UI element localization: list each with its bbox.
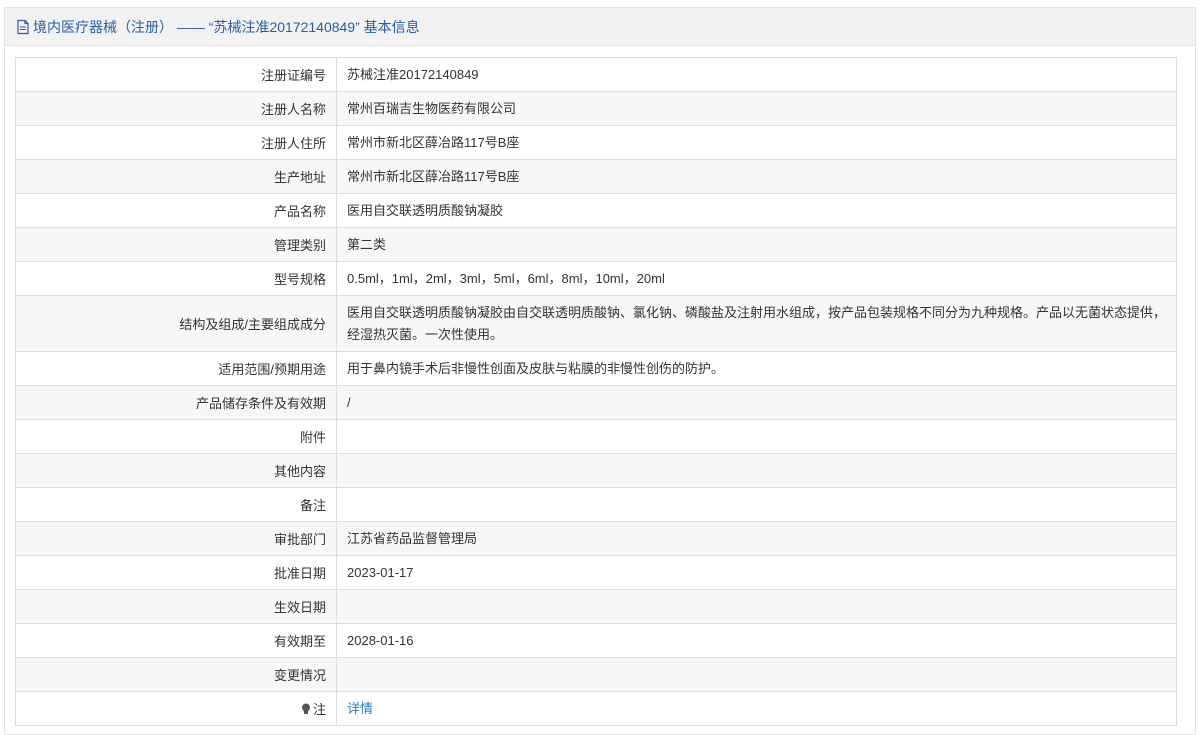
row-label: 变更情况 [15,657,337,692]
row-value [336,487,1177,522]
table-row: 注册人名称 常州百瑞吉生物医药有限公司 [15,91,1177,126]
info-table-wrapper: 注册证编号 苏械注准20172140849 注册人名称 常州百瑞吉生物医药有限公… [15,57,1177,726]
table-row: 注册证编号 苏械注准20172140849 [15,57,1177,92]
row-label: 生效日期 [15,589,337,624]
row-value: 医用自交联透明质酸钠凝胶由自交联透明质酸钠、氯化钠、磷酸盐及注射用水组成，按产品… [336,295,1177,352]
table-row: 有效期至 2028-01-16 [15,623,1177,658]
row-value: 2028-01-16 [336,623,1177,658]
panel-header: 境内医疗器械（注册） —— “苏械注准20172140849” 基本信息 [5,8,1195,46]
row-label: 有效期至 [15,623,337,658]
table-row: 产品储存条件及有效期 / [15,385,1177,420]
row-label: 其他内容 [15,453,337,488]
row-label: 注册证编号 [15,57,337,92]
table-row: 其他内容 [15,453,1177,488]
row-value: 江苏省药品监督管理局 [336,521,1177,556]
note-value-cell: 详情 [336,691,1177,726]
row-label: 附件 [15,419,337,454]
row-value [336,453,1177,488]
row-value: 常州市新北区薛冶路117号B座 [336,125,1177,160]
table-row: 注册人住所 常州市新北区薛冶路117号B座 [15,125,1177,160]
row-label: 管理类别 [15,227,337,262]
row-value [336,657,1177,692]
row-value: 医用自交联透明质酸钠凝胶 [336,193,1177,228]
note-label-text: 注 [312,702,326,717]
row-value [336,419,1177,454]
table-row: 批准日期 2023-01-17 [15,555,1177,590]
row-label: 产品名称 [15,193,337,228]
row-label: 审批部门 [15,521,337,556]
table-row-note: 注 详情 [15,691,1177,726]
details-link[interactable]: 详情 [347,701,373,716]
row-label: 结构及组成/主要组成成分 [15,295,337,352]
row-value: 2023-01-17 [336,555,1177,590]
row-label: 生产地址 [15,159,337,194]
row-label: 注册人住所 [15,125,337,160]
row-value: 0.5ml，1ml，2ml，3ml，5ml，6ml，8ml，10ml，20ml [336,261,1177,296]
row-label: 备注 [15,487,337,522]
table-row: 适用范围/预期用途 用于鼻内镜手术后非慢性创面及皮肤与粘膜的非慢性创伤的防护。 [15,351,1177,386]
note-label: 注 [301,699,326,718]
info-table: 注册证编号 苏械注准20172140849 注册人名称 常州百瑞吉生物医药有限公… [15,57,1177,726]
table-row: 型号规格 0.5ml，1ml，2ml，3ml，5ml，6ml，8ml，10ml，… [15,261,1177,296]
table-row: 备注 [15,487,1177,522]
table-row: 生产地址 常州市新北区薛冶路117号B座 [15,159,1177,194]
row-value: 常州百瑞吉生物医药有限公司 [336,91,1177,126]
row-value: 常州市新北区薛冶路117号B座 [336,159,1177,194]
table-row: 审批部门 江苏省药品监督管理局 [15,521,1177,556]
table-row: 变更情况 [15,657,1177,692]
info-panel: 境内医疗器械（注册） —— “苏械注准20172140849” 基本信息 注册证… [4,7,1196,735]
table-row: 附件 [15,419,1177,454]
lightbulb-icon [301,703,311,715]
row-value: 用于鼻内镜手术后非慢性创面及皮肤与粘膜的非慢性创伤的防护。 [336,351,1177,386]
row-value: 苏械注准20172140849 [336,57,1177,92]
row-label: 批准日期 [15,555,337,590]
table-row: 产品名称 医用自交联透明质酸钠凝胶 [15,193,1177,228]
table-row: 结构及组成/主要组成成分 医用自交联透明质酸钠凝胶由自交联透明质酸钠、氯化钠、磷… [15,295,1177,352]
row-label: 注册人名称 [15,91,337,126]
row-label: 产品储存条件及有效期 [15,385,337,420]
note-label-cell: 注 [15,691,337,726]
row-label: 适用范围/预期用途 [15,351,337,386]
row-value: 第二类 [336,227,1177,262]
row-value: / [336,385,1177,420]
page-title: 境内医疗器械（注册） —— “苏械注准20172140849” 基本信息 [33,18,420,35]
table-row: 生效日期 [15,589,1177,624]
row-value [336,589,1177,624]
document-icon [15,19,31,35]
row-label: 型号规格 [15,261,337,296]
table-row: 管理类别 第二类 [15,227,1177,262]
